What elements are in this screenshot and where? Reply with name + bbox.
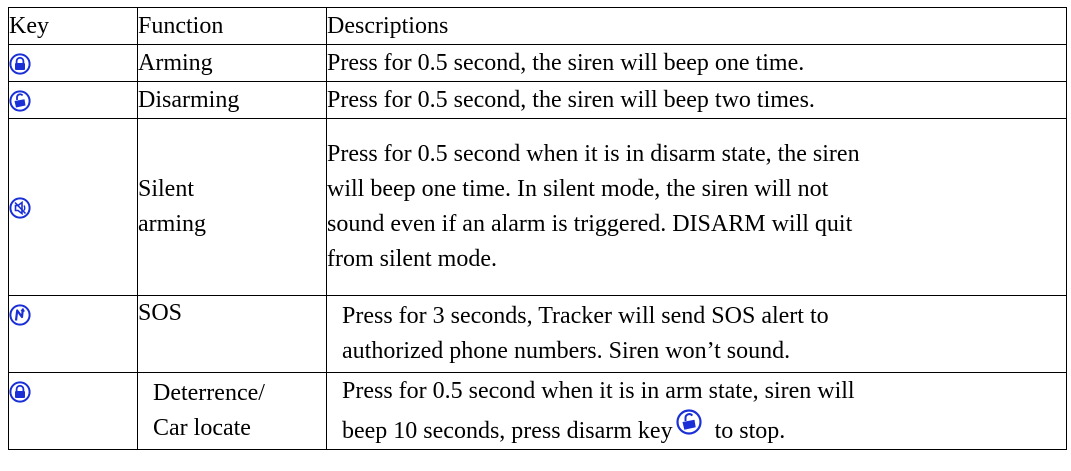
description-text: Press for 0.5 second when it is in arm s… <box>342 377 855 404</box>
description-text: will beep one time. In silent mode, the … <box>327 176 829 202</box>
header-key: Key <box>8 7 138 45</box>
description-text: beep 10 seconds, press disarm key <box>342 417 673 444</box>
function-label: SOS <box>138 300 183 326</box>
table-row: SOS Press for 3 seconds, Tracker will se… <box>8 295 1067 373</box>
function-cell: Deterrence/ Car locate <box>137 372 327 450</box>
unlock-icon <box>9 90 31 112</box>
page: Key Function Descriptions Arming Press f… <box>0 0 1071 471</box>
description-cell: Press for 3 seconds, Tracker will send S… <box>326 295 1067 373</box>
table-row: Disarming Press for 0.5 second, the sire… <box>8 81 1067 119</box>
sos-lightning-icon <box>9 304 31 327</box>
function-cell: Disarming <box>137 81 327 119</box>
function-label: Deterrence/ <box>153 380 265 406</box>
description-cell: Press for 0.5 second when it is in disar… <box>326 118 1067 296</box>
key-cell <box>8 118 138 296</box>
header-function: Function <box>137 7 327 45</box>
function-label: Car locate <box>153 415 251 441</box>
description-text: to stop. <box>708 417 786 444</box>
unlock-icon <box>675 408 703 435</box>
description-text: Press for 3 seconds, Tracker will send S… <box>342 303 829 329</box>
function-label: Silent <box>138 176 195 202</box>
key-cell <box>8 295 138 373</box>
description-text: Press for 0.5 second, the siren will bee… <box>327 49 805 76</box>
table-header-row: Key Function Descriptions <box>8 7 1067 45</box>
function-label: Disarming <box>138 86 240 113</box>
key-function-table: Key Function Descriptions Arming Press f… <box>8 7 1067 450</box>
table-row: Silent arming Press for 0.5 second when … <box>8 118 1067 296</box>
function-cell: SOS <box>137 295 327 373</box>
key-cell <box>8 81 138 119</box>
function-cell: Arming <box>137 44 327 82</box>
description-text: Press for 0.5 second, the siren will bee… <box>327 86 815 113</box>
lock-icon <box>9 381 31 404</box>
function-label: arming <box>138 211 206 237</box>
key-cell <box>8 44 138 82</box>
description-text: sound even if an alarm is triggered. DIS… <box>327 211 853 237</box>
silent-speaker-icon <box>9 197 31 219</box>
description-cell: Press for 0.5 second, the siren will bee… <box>326 81 1067 119</box>
description-text: from silent mode. <box>327 246 497 272</box>
description-cell: Press for 0.5 second, the siren will bee… <box>326 44 1067 82</box>
header-descriptions: Descriptions <box>326 7 1067 45</box>
lock-icon <box>9 53 31 75</box>
table-row: Deterrence/ Car locate Press for 0.5 sec… <box>8 372 1067 450</box>
function-cell: Silent arming <box>137 118 327 296</box>
key-cell <box>8 372 138 450</box>
description-cell: Press for 0.5 second when it is in arm s… <box>326 372 1067 450</box>
function-label: Arming <box>138 49 213 76</box>
description-line: beep 10 seconds, press disarm key to sto… <box>342 408 1066 449</box>
description-text: authorized phone numbers. Siren won’t so… <box>342 338 791 364</box>
table-row: Arming Press for 0.5 second, the siren w… <box>8 44 1067 82</box>
description-text: Press for 0.5 second when it is in disar… <box>327 141 860 167</box>
